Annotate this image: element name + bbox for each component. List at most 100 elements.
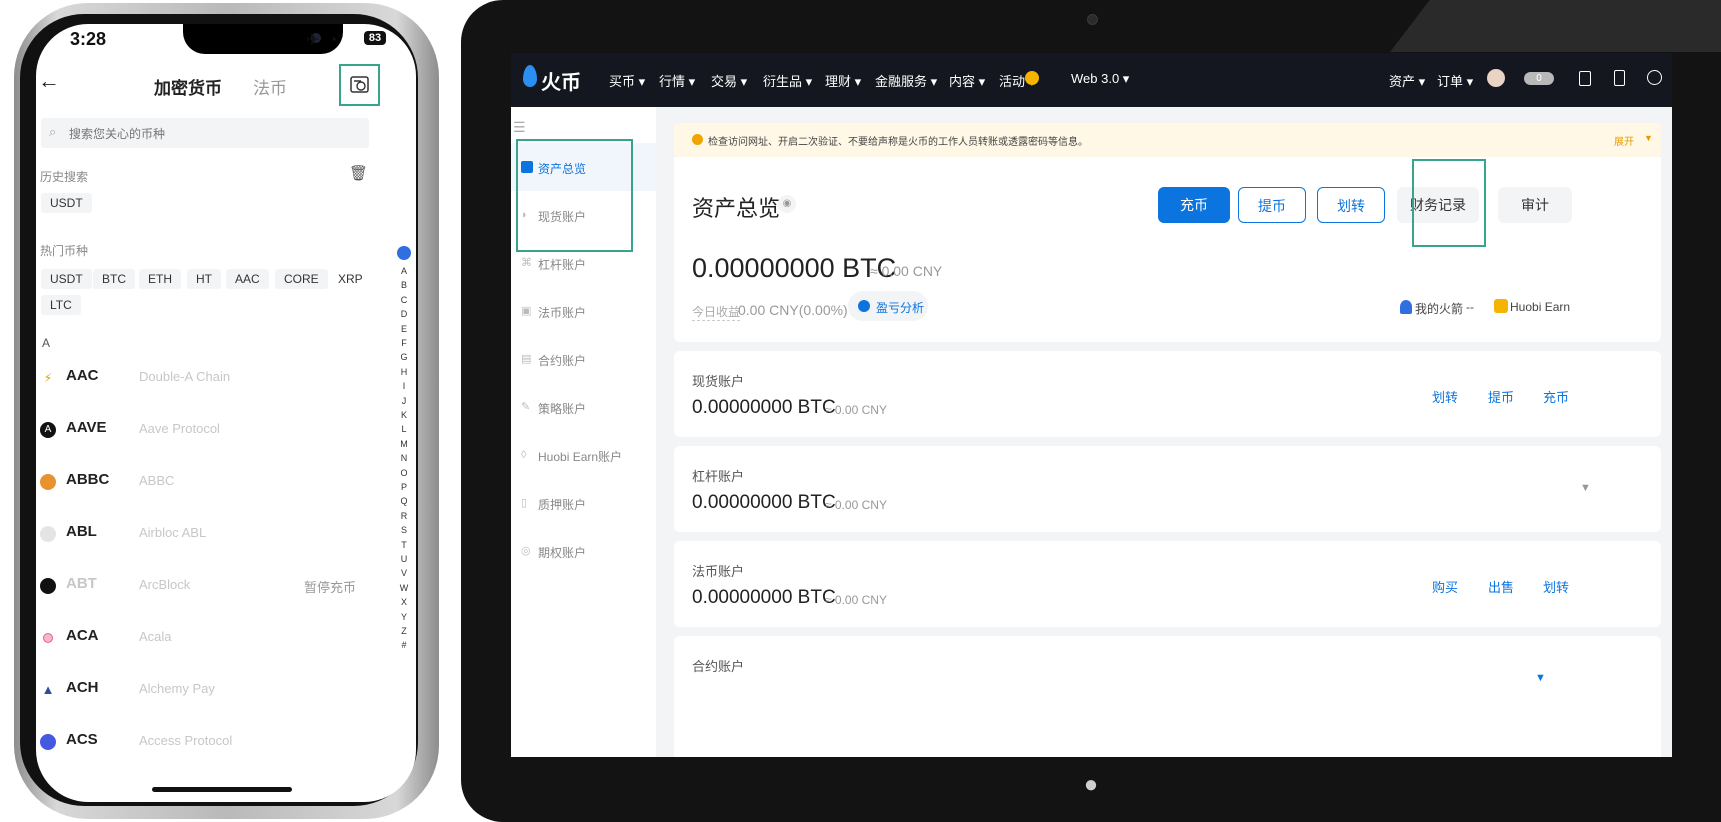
alphabet-index-letter[interactable]: N <box>398 453 410 463</box>
alphabet-index-letter[interactable]: A <box>398 266 410 276</box>
coin-row[interactable]: ABT ArcBlock 暂停充币 <box>36 562 386 612</box>
hot-chip-aac[interactable]: AAC <box>226 269 269 289</box>
aave-coin-icon: A <box>40 422 56 438</box>
nav-derivatives[interactable]: 衍生品 ▾ <box>763 71 812 90</box>
alphabet-index-letter[interactable]: I <box>398 381 410 391</box>
pnl-analysis-button[interactable]: 盈亏分析 <box>848 291 928 321</box>
sidebar-item-strategy[interactable]: ✎ 策略账户 <box>521 388 656 428</box>
sidebar-item-staking[interactable]: ▯ 质押账户 <box>521 484 656 524</box>
eye-icon[interactable]: ◉ <box>778 195 796 213</box>
alphabet-index-letter[interactable]: V <box>398 568 410 578</box>
alphabet-index-letter[interactable]: W <box>398 583 410 593</box>
document-icon[interactable] <box>1579 71 1591 86</box>
alphabet-index-letter[interactable]: J <box>398 396 410 406</box>
alphabet-index-letter[interactable]: M <box>398 439 410 449</box>
trash-icon[interactable]: 🗑 <box>349 164 368 182</box>
transfer-button[interactable]: 划转 <box>1317 187 1385 223</box>
nav-web3[interactable]: Web 3.0 ▾ <box>1071 71 1129 87</box>
alphabet-index-letter[interactable]: B <box>398 280 410 290</box>
sidebar-item-contract[interactable]: ▤ 合约账户 <box>521 340 656 380</box>
alphabet-index-letter[interactable]: P <box>398 482 410 492</box>
nav-content[interactable]: 内容 ▾ <box>949 71 985 90</box>
sidebar-item-earn[interactable]: ◊ Huobi Earn账户 <box>521 436 656 476</box>
hot-chip-ht[interactable]: HT <box>187 269 221 289</box>
nav-assets[interactable]: 资产 ▾ <box>1389 71 1425 90</box>
alphabet-index-letter[interactable]: X <box>398 597 410 607</box>
spot-deposit-link[interactable]: 充币 <box>1543 387 1569 406</box>
hot-chip-ltc[interactable]: LTC <box>41 295 81 315</box>
coin-row[interactable]: ABL Airbloc ABL <box>36 510 386 560</box>
fiat-buy-link[interactable]: 购买 <box>1432 577 1458 596</box>
alphabet-index-letter[interactable]: E <box>398 324 410 334</box>
alphabet-index-letter[interactable]: O <box>398 468 410 478</box>
history-chip[interactable]: USDT <box>41 193 92 213</box>
hot-chip-core[interactable]: CORE <box>275 269 328 289</box>
alphabet-index-letter[interactable]: R <box>398 511 410 521</box>
search-bar[interactable]: ⌕ <box>41 118 369 148</box>
tab-crypto[interactable]: 加密货币 <box>154 74 222 99</box>
alphabet-index-letter[interactable]: Q <box>398 496 410 506</box>
download-icon[interactable] <box>1614 70 1625 86</box>
margin-icon: ⌘ <box>521 257 532 269</box>
nav-buy[interactable]: 买币 ▾ <box>609 71 645 90</box>
sidebar-item-fiat[interactable]: ▣ 法币账户 <box>521 292 656 332</box>
alphabet-index-letter[interactable]: H <box>398 367 410 377</box>
home-indicator <box>152 787 292 792</box>
records-icon-highlight[interactable] <box>339 64 380 106</box>
hot-chip-xrp[interactable]: XRP <box>329 269 372 289</box>
alphabet-index-letter[interactable]: T <box>398 540 410 550</box>
account-value: 0.00000000 BTC <box>692 587 836 608</box>
fiat-transfer-link[interactable]: 划转 <box>1543 577 1569 596</box>
deposit-button[interactable]: 充币 <box>1158 187 1230 223</box>
account-title: 合约账户 <box>692 659 745 674</box>
sidebar-item-options[interactable]: ◎ 期权账户 <box>521 532 656 572</box>
spot-transfer-link[interactable]: 划转 <box>1432 387 1458 406</box>
coin-row[interactable]: ⚡ AAC Double-A Chain <box>36 354 386 404</box>
alphabet-index-letter[interactable]: D <box>398 309 410 319</box>
fiat-sell-link[interactable]: 出售 <box>1488 577 1514 596</box>
coin-row[interactable]: A AAVE Aave Protocol <box>36 406 386 456</box>
notice-expand[interactable]: 展开 <box>1614 133 1634 148</box>
hot-chip-usdt[interactable]: USDT <box>41 269 92 289</box>
coin-row[interactable]: ACS Access Protocol <box>36 718 386 768</box>
alphabet-index-letter[interactable]: U <box>398 554 410 564</box>
language-icon[interactable] <box>1647 70 1662 85</box>
alphabet-index-letter[interactable]: Z <box>398 626 410 636</box>
notification-pill[interactable]: 0 <box>1524 72 1554 85</box>
spot-withdraw-link[interactable]: 提币 <box>1488 387 1514 406</box>
account-title: 现货账户 <box>692 374 745 389</box>
alphabet-index-letter[interactable]: S <box>398 525 410 535</box>
coin-row[interactable]: ▲ ACH Alchemy Pay <box>36 666 386 716</box>
alphabet-index-letter[interactable]: L <box>398 424 410 434</box>
alphabet-index-letter[interactable]: C <box>398 295 410 305</box>
alphabet-index-letter[interactable]: K <box>398 410 410 420</box>
coin-row[interactable]: ABBC ABBC <box>36 458 386 508</box>
hot-chip-btc[interactable]: BTC <box>93 269 135 289</box>
audit-button[interactable]: 审计 <box>1498 187 1572 223</box>
hot-chip-eth[interactable]: ETH <box>139 269 181 289</box>
alphabet-index-letter[interactable]: Y <box>398 612 410 622</box>
search-input[interactable] <box>67 123 361 145</box>
nav-orders[interactable]: 订单 ▾ <box>1437 71 1473 90</box>
nav-finance[interactable]: 理财 ▾ <box>825 71 861 90</box>
huobi-earn-label[interactable]: Huobi Earn <box>1510 300 1570 314</box>
collapse-icon[interactable]: ☰ <box>513 119 526 136</box>
alphabet-index-letter[interactable]: F <box>398 338 410 348</box>
section-letter: A <box>42 336 51 350</box>
coin-row[interactable]: ACA Acala <box>36 614 386 664</box>
my-rocket-label[interactable]: 我的火箭 <box>1415 300 1463 317</box>
tab-fiat[interactable]: 法币 <box>253 74 287 99</box>
withdraw-button[interactable]: 提币 <box>1238 187 1306 223</box>
sidebar-item-label: 质押账户 <box>538 498 587 512</box>
nav-financial-services[interactable]: 金融服务 ▾ <box>875 71 937 90</box>
nav-trade[interactable]: 交易 ▾ <box>711 71 747 90</box>
brand-logo-text[interactable]: 火币 <box>541 66 581 95</box>
avatar[interactable] <box>1487 69 1505 87</box>
alphabet-index-letter[interactable]: # <box>398 640 410 650</box>
alphabet-index-letter[interactable]: G <box>398 352 410 362</box>
nav-markets[interactable]: 行情 ▾ <box>659 71 695 90</box>
expand-caret-icon[interactable]: ▼ <box>1580 482 1591 494</box>
alphabet-search-icon[interactable] <box>397 246 411 260</box>
back-arrow-icon[interactable]: ← <box>38 68 60 94</box>
expand-caret-icon[interactable]: ▼ <box>1535 672 1546 684</box>
